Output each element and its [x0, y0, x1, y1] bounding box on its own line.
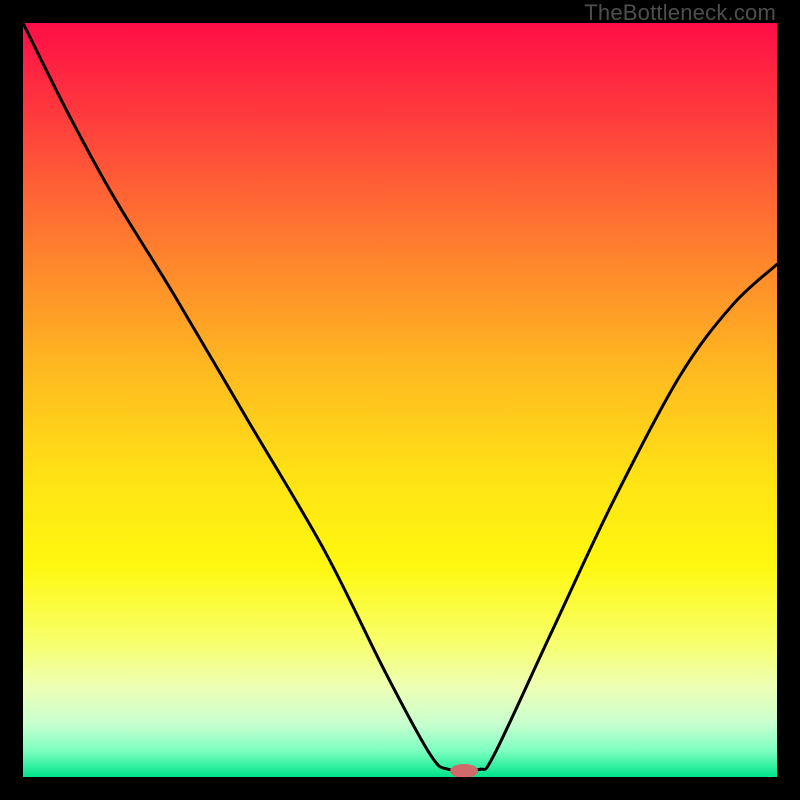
chart-frame: TheBottleneck.com [0, 0, 800, 800]
bottleneck-chart [23, 23, 777, 777]
plot-area [23, 23, 777, 777]
gradient-background [23, 23, 777, 777]
